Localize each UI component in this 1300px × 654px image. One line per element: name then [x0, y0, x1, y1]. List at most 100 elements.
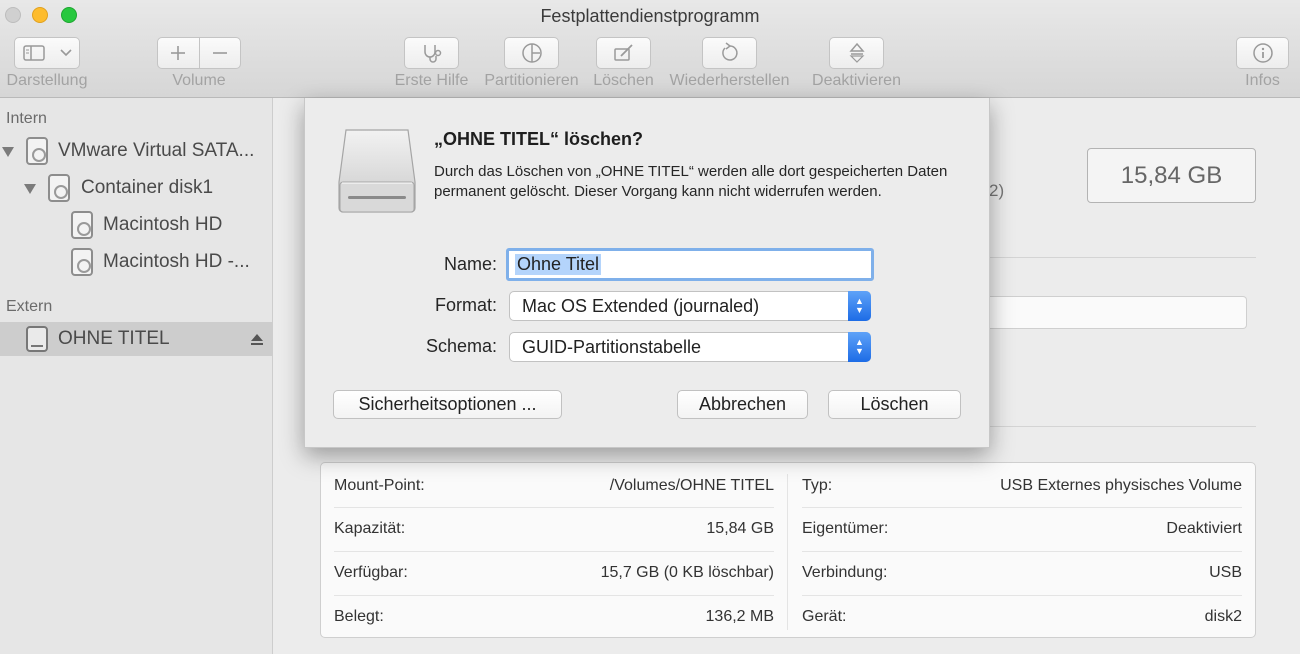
container-disk-icon — [48, 174, 70, 202]
info-table-column-divider — [787, 474, 788, 630]
info-value: USB Externes physisches Volume — [1000, 477, 1242, 494]
sidebar-item-label: Container disk1 — [81, 177, 214, 198]
remove-volume-button[interactable] — [198, 38, 241, 68]
name-label: Name: — [443, 254, 497, 274]
erase-icon — [613, 44, 633, 61]
sidebar-item-container-disk1[interactable]: Container disk1 — [0, 171, 272, 205]
erase-toolbar-label: Löschen — [593, 72, 654, 89]
eject-icon[interactable] — [250, 333, 264, 346]
partition-button[interactable] — [504, 37, 559, 69]
dialog-message: Durch das Löschen von „OHNE TITEL“ werde… — [434, 163, 948, 200]
volume-icon — [71, 248, 93, 276]
erase-toolbar-button[interactable] — [596, 37, 651, 69]
popup-arrows-icon: ▲ ▼ — [848, 291, 871, 321]
row-divider — [802, 551, 1242, 552]
usage-bar — [990, 296, 1247, 329]
table-row: Verbindung: USB — [802, 551, 1242, 595]
table-row: Belegt: 136,2 MB — [334, 595, 774, 639]
disclosure-triangle-icon[interactable] — [2, 147, 14, 157]
table-row: Mount-Point: /Volumes/OHNE TITEL — [334, 464, 774, 508]
table-row: Gerät: disk2 — [802, 595, 1242, 639]
first-aid-button[interactable] — [404, 37, 459, 69]
info-value: Deaktiviert — [1166, 520, 1242, 537]
popup-arrows-icon: ▲ ▼ — [848, 332, 871, 362]
sidebar-item-label: Macintosh HD -... — [103, 251, 250, 272]
volume-label: Volume — [172, 72, 226, 89]
restore-button[interactable] — [702, 37, 757, 69]
sidebar-item-label: OHNE TITEL — [58, 328, 170, 349]
format-label: Format: — [434, 295, 497, 315]
unmount-icon — [848, 42, 865, 63]
info-value: USB — [1209, 564, 1242, 581]
scheme-select[interactable]: GUID-Partitionstabelle ▲ ▼ — [509, 332, 871, 362]
chevron-down-icon — [59, 49, 72, 57]
external-drive-icon — [338, 129, 416, 213]
info-value: disk2 — [1204, 608, 1242, 625]
view-label: Darstellung — [6, 72, 88, 89]
info-value: 136,2 MB — [705, 608, 774, 625]
table-row: Eigentümer: Deaktiviert — [802, 507, 1242, 551]
internal-section-header: Intern — [6, 110, 47, 127]
info-key: Mount-Point: — [334, 477, 425, 494]
name-input[interactable]: Ohne Titel — [506, 248, 874, 281]
divider — [990, 426, 1256, 427]
view-button[interactable] — [14, 37, 80, 69]
row-divider — [802, 507, 1242, 508]
cancel-button[interactable]: Abbrechen — [677, 390, 808, 419]
sidebar-item-ohne-titel[interactable]: OHNE TITEL — [0, 322, 272, 356]
unmount-label: Deaktivieren — [812, 72, 901, 89]
info-key: Typ: — [802, 477, 833, 494]
add-volume-button[interactable] — [158, 38, 199, 68]
restore-icon — [721, 42, 738, 61]
info-button[interactable] — [1236, 37, 1289, 69]
table-row: Kapazität: 15,84 GB — [334, 507, 774, 551]
info-key: Verfügbar: — [334, 564, 408, 581]
info-value: /Volumes/OHNE TITEL — [609, 477, 774, 494]
info-key: Belegt: — [334, 608, 384, 625]
stethoscope-icon — [423, 45, 441, 63]
capacity-badge: 15,84 GB — [1087, 148, 1256, 203]
partition-label: Partitionieren — [484, 72, 579, 89]
row-divider — [334, 507, 774, 508]
external-disk-icon — [26, 326, 48, 352]
internal-disk-icon — [26, 137, 48, 165]
info-key: Verbindung: — [802, 564, 888, 581]
volume-icon — [71, 211, 93, 239]
window-title: Festplattendienstprogramm — [540, 6, 760, 26]
name-input-value: Ohne Titel — [515, 254, 602, 275]
minus-icon — [212, 52, 227, 54]
partial-text: 2) — [989, 181, 1005, 200]
row-divider — [802, 595, 1242, 596]
erase-confirm-button[interactable]: Löschen — [828, 390, 961, 419]
row-divider — [334, 595, 774, 596]
table-row: Typ: USB Externes physisches Volume — [802, 464, 1242, 508]
restore-label: Wiederherstellen — [669, 72, 790, 89]
info-key: Gerät: — [802, 608, 847, 625]
pie-partition-icon — [521, 43, 542, 63]
external-section-header: Extern — [6, 298, 53, 315]
format-select[interactable]: Mac OS Extended (journaled) ▲ ▼ — [509, 291, 871, 321]
disclosure-triangle-icon[interactable] — [24, 184, 36, 194]
unmount-button[interactable] — [829, 37, 884, 69]
sidebar-item-macintosh-hd-data[interactable]: Macintosh HD -... — [0, 245, 272, 279]
first-aid-label: Erste Hilfe — [394, 72, 469, 89]
sidebar-item-vmware-disk[interactable]: VMware Virtual SATA... — [0, 134, 272, 168]
plus-icon — [171, 46, 186, 60]
window-toolbar: Festplattendienstprogramm Darstellung Vo… — [0, 0, 1300, 98]
scheme-select-value: GUID-Partitionstabelle — [522, 336, 702, 357]
sidebar: Intern VMware Virtual SATA... Container … — [0, 98, 273, 654]
sidebar-item-label: Macintosh HD — [103, 214, 223, 235]
sidebar-item-macintosh-hd[interactable]: Macintosh HD — [0, 208, 272, 242]
row-divider — [334, 551, 774, 552]
sidebar-item-label: VMware Virtual SATA... — [58, 140, 255, 161]
info-key: Kapazität: — [334, 520, 406, 537]
info-value: 15,7 GB (0 KB löschbar) — [600, 564, 774, 581]
dialog-title: „OHNE TITEL“ löschen? — [434, 129, 644, 149]
info-key: Eigentümer: — [802, 520, 889, 537]
info-value: 15,84 GB — [706, 520, 774, 537]
format-select-value: Mac OS Extended (journaled) — [522, 295, 760, 316]
divider — [990, 257, 1256, 258]
table-row: Verfügbar: 15,7 GB (0 KB löschbar) — [334, 551, 774, 595]
info-label: Infos — [1245, 72, 1280, 89]
security-options-button[interactable]: Sicherheitsoptionen ... — [333, 390, 562, 419]
